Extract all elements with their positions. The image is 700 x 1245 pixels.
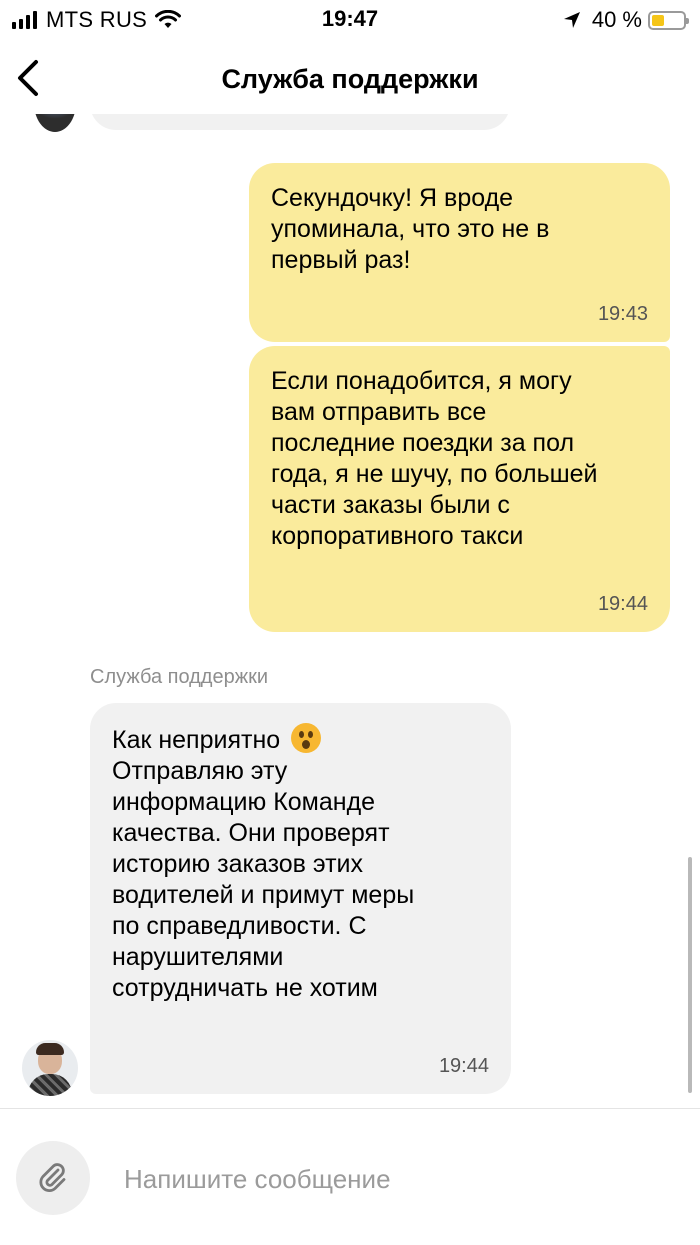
battery-level: [652, 14, 664, 26]
message-time: 19:43: [597, 303, 648, 325]
header: Служба поддержки: [0, 44, 700, 114]
sender-name: Служба поддержки: [90, 666, 269, 688]
battery-percent: 40 %: [591, 7, 642, 32]
agent-avatar: [22, 1040, 78, 1096]
message-time: 19:44: [597, 593, 648, 615]
attach-button[interactable]: [16, 1141, 90, 1215]
hushed-face-emoji-icon: [291, 723, 322, 753]
message-composer: [0, 1108, 700, 1245]
status-bar: MTS RUS 19:47 40 %: [0, 0, 700, 40]
message-text: Секундочку! Я вроде упоминала, что это н…: [271, 184, 550, 274]
incoming-message[interactable]: Как неприятно Отправляю эту информацию К…: [90, 703, 511, 1094]
paperclip-icon: [39, 1163, 66, 1193]
message-text: Отправляю эту информацию Команде качеств…: [112, 757, 415, 1002]
chat-history[interactable]: Секундочку! Я вроде упоминала, что это н…: [0, 114, 700, 1108]
message-input[interactable]: [110, 1149, 698, 1209]
page-title: Служба поддержки: [221, 64, 479, 94]
message-bubble-partial: [90, 114, 510, 130]
message-time: 19:44: [438, 1055, 489, 1077]
scrollbar[interactable]: [688, 857, 692, 1093]
message-text: Если понадобится, я могу вам отправить в…: [271, 367, 598, 550]
battery-icon: [648, 10, 689, 30]
message-text-first-line: Как неприятно: [112, 726, 281, 754]
avatar: [34, 114, 76, 132]
outgoing-message[interactable]: Если понадобится, я могу вам отправить в…: [249, 346, 670, 632]
outgoing-message[interactable]: Секундочку! Я вроде упоминала, что это н…: [249, 163, 670, 342]
location-arrow-icon: [563, 12, 580, 28]
